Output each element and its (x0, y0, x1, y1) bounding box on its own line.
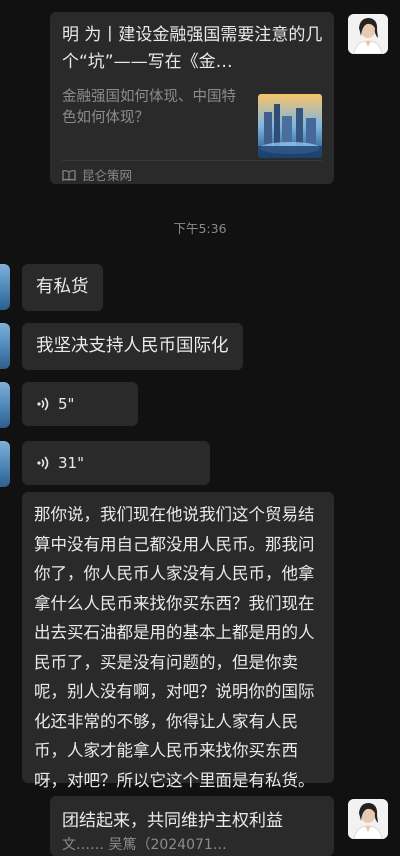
article-subtitle-bottom: 文…… 吴篤（2024071… (62, 837, 227, 853)
transcribed-text: 那你说，我们现在他说我们这个贸易结算中没有用自己都没用人民币。那我问你了，你人民… (34, 505, 315, 790)
voice-message[interactable]: 5" (22, 382, 138, 426)
card-divider (62, 160, 322, 161)
avatar-self-image (348, 14, 388, 54)
article-description: 金融强国如何体现、中国特色如何体现？ (62, 89, 236, 126)
mini-program-icon (62, 169, 76, 181)
article-source-name: 昆仑策网 (82, 168, 133, 183)
message-bubble[interactable]: 有私货 (22, 264, 103, 311)
voice-wave-icon (37, 456, 49, 470)
voice-message[interactable]: 31" (22, 441, 210, 485)
voice-duration: 5" (58, 395, 75, 413)
avatar-self[interactable] (348, 799, 388, 839)
article-card-bottom[interactable]: 团结起来，共同维护主权利益 文…… 吴篤（2024071… (50, 796, 334, 856)
message-text: 有私货 (36, 277, 89, 297)
article-title-bottom: 团结起来，共同维护主权利益 (62, 811, 283, 831)
message-text: 我坚决支持人民币国际化 (36, 336, 229, 356)
article-card[interactable]: 明 为丨建设金融强国需要注意的几个“坑”——写在《金… 金融强国如何体现、中国特… (50, 12, 334, 184)
voice-duration: 31" (58, 454, 84, 472)
avatar-contact[interactable] (0, 441, 10, 487)
timestamp: 下午5:36 (173, 221, 227, 236)
avatar-self-image (348, 799, 388, 839)
article-source: 昆仑策网 (62, 165, 132, 184)
voice-wave-icon (37, 397, 49, 411)
avatar-contact[interactable] (0, 323, 10, 369)
avatar-contact[interactable] (0, 382, 10, 428)
avatar-contact[interactable] (0, 264, 10, 310)
transcribed-message-bubble[interactable]: 那你说，我们现在他说我们这个贸易结算中没有用自己都没用人民币。那我问你了，你人民… (22, 492, 334, 790)
avatar-self[interactable] (348, 14, 388, 54)
message-bubble[interactable]: 我坚决支持人民币国际化 (22, 323, 243, 370)
article-thumbnail (258, 94, 322, 158)
article-title: 明 为丨建设金融强国需要注意的几个“坑”——写在《金… (62, 25, 323, 72)
